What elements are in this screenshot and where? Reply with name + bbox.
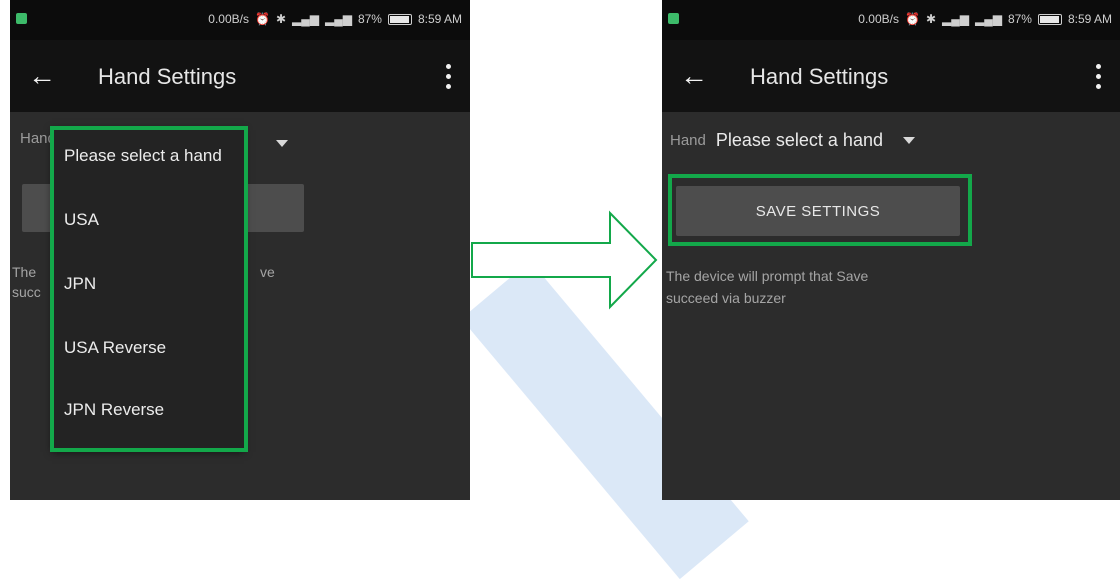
status-icons: 0.00B/s ⏰ ✱ ▂▄▆ ▂▄▆ 87% 8:59 AM (858, 12, 1112, 26)
clock: 8:59 AM (417, 12, 462, 26)
phone-screen-dropdown-open: 0.00B/s ⏰ ✱ ▂▄▆ ▂▄▆ 87% 8:59 AM ← Hand S… (10, 0, 470, 500)
battery-icon (1037, 13, 1062, 25)
alarm-icon: ⏰ (254, 12, 270, 26)
signal-icon: ▂▄▆ (292, 12, 319, 26)
alarm-icon: ⏰ (904, 12, 920, 26)
dropdown-caret-icon[interactable] (276, 140, 288, 147)
dropdown-option-jpn[interactable]: JPN (64, 274, 96, 294)
bluetooth-icon: ✱ (275, 12, 286, 26)
app-bar: ← Hand Settings (10, 40, 470, 112)
hand-selector-row: Hand (20, 130, 56, 147)
info-text-fragment-2: ve (260, 264, 275, 280)
dropdown-option-usa[interactable]: USA (64, 210, 99, 230)
battery-icon (387, 13, 412, 25)
battery-percent: 87% (1007, 12, 1032, 26)
signal-4g-icon: ▂▄▆ (974, 12, 1002, 26)
dropdown-option-usa-reverse[interactable]: USA Reverse (64, 338, 166, 358)
hand-label: Hand (670, 132, 706, 149)
info-text-fragment-3: succ (12, 284, 41, 300)
dropdown-caret-icon[interactable] (902, 137, 915, 144)
info-text-fragment-1: The (12, 264, 37, 280)
signal-4g-icon: ▂▄▆ (324, 12, 352, 26)
hand-label: Hand (20, 130, 56, 147)
overflow-menu-icon[interactable] (444, 58, 452, 94)
hand-select-value[interactable]: Please select a hand (716, 130, 883, 151)
status-icons: 0.00B/s ⏰ ✱ ▂▄▆ ▂▄▆ 87% 8:59 AM (208, 12, 462, 26)
network-speed: 0.00B/s (858, 12, 899, 26)
app-bar: ← Hand Settings (662, 40, 1120, 112)
dropdown-option-prompt[interactable]: Please select a hand (64, 146, 222, 166)
transition-arrow-icon (470, 205, 660, 315)
back-arrow-icon[interactable]: ← (680, 58, 708, 94)
status-bar: 0.00B/s ⏰ ✱ ▂▄▆ ▂▄▆ 87% 8:59 AM (10, 0, 470, 40)
page-title: Hand Settings (750, 64, 889, 89)
network-speed: 0.00B/s (208, 12, 249, 26)
notification-icon (16, 13, 27, 24)
overflow-menu-icon[interactable] (1094, 58, 1102, 94)
info-text-line-1: The device will prompt that Save (666, 268, 869, 284)
notification-icon (668, 13, 679, 24)
signal-icon: ▂▄▆ (942, 12, 969, 26)
clock: 8:59 AM (1067, 12, 1112, 26)
status-bar: 0.00B/s ⏰ ✱ ▂▄▆ ▂▄▆ 87% 8:59 AM (662, 0, 1120, 40)
page-title: Hand Settings (98, 64, 237, 89)
hand-dropdown-menu: Please select a hand USA JPN USA Reverse… (52, 128, 244, 450)
save-settings-button[interactable]: SAVE SETTINGS (676, 186, 960, 236)
phone-screen-settings: 0.00B/s ⏰ ✱ ▂▄▆ ▂▄▆ 87% 8:59 AM ← Hand S… (662, 0, 1120, 500)
back-arrow-icon[interactable]: ← (28, 58, 56, 94)
dropdown-option-jpn-reverse[interactable]: JPN Reverse (64, 400, 164, 420)
hand-selector-row[interactable]: Hand Please select a hand (670, 130, 915, 151)
bluetooth-icon: ✱ (925, 12, 936, 26)
battery-percent: 87% (357, 12, 382, 26)
info-text-line-2: succeed via buzzer (666, 290, 786, 306)
